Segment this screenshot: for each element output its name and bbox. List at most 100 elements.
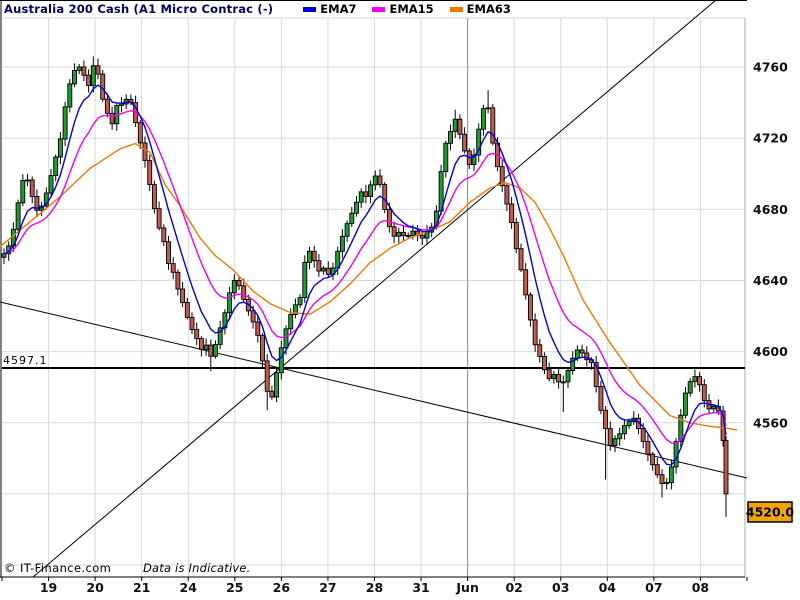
titlebar: Australia 200 Cash (A1 Micro Contrac (-)… xyxy=(4,2,511,16)
candle xyxy=(321,267,327,272)
last-price-label: 4520.0 xyxy=(746,505,795,520)
candle xyxy=(650,453,656,466)
candle xyxy=(119,103,124,106)
candle xyxy=(95,65,101,75)
candle xyxy=(283,328,289,349)
copyright-text: © IT-Finance.com xyxy=(4,561,112,575)
candle xyxy=(607,428,613,446)
candle xyxy=(20,180,26,204)
candle xyxy=(156,208,162,229)
candle xyxy=(29,179,35,197)
candle xyxy=(556,374,562,383)
chart-background[interactable] xyxy=(0,0,800,600)
candle xyxy=(189,316,195,330)
candle xyxy=(560,381,566,384)
candle xyxy=(104,98,110,114)
candle xyxy=(269,390,275,398)
candle xyxy=(76,66,82,71)
x-axis-label: 20 xyxy=(86,580,104,595)
candle xyxy=(574,349,580,359)
candle xyxy=(316,260,322,272)
x-axis-label: 03 xyxy=(552,580,569,595)
candle xyxy=(386,209,392,228)
candle xyxy=(551,374,557,380)
candle xyxy=(184,301,190,318)
candle xyxy=(452,118,458,132)
candle xyxy=(621,425,627,435)
candle xyxy=(645,440,651,455)
candle xyxy=(504,185,510,205)
candle xyxy=(170,263,176,273)
candle xyxy=(711,405,717,410)
price-chart[interactable]: 4597.1 4760 4720 4680 4640 4600 4560 19 20 21 24 25… xyxy=(0,0,800,600)
candle xyxy=(274,372,280,398)
candle xyxy=(523,269,529,296)
indicative-note: Data is Indicative. xyxy=(142,561,251,575)
candle xyxy=(683,392,688,416)
candle xyxy=(90,65,96,87)
candle xyxy=(15,202,21,230)
candle xyxy=(480,108,486,130)
candle xyxy=(302,261,308,298)
candle xyxy=(53,156,59,176)
candle xyxy=(62,106,68,140)
chart-window: 4597.1 4760 4720 4680 4640 4600 4560 19 20 21 24 25… xyxy=(0,0,800,600)
candle xyxy=(57,138,63,158)
candle xyxy=(109,112,115,125)
x-axis-label: 31 xyxy=(412,580,429,595)
candle xyxy=(25,179,30,182)
x-axis-label: 08 xyxy=(692,580,709,595)
x-axis-label: 28 xyxy=(366,580,383,595)
candle xyxy=(142,142,148,162)
candle xyxy=(100,73,106,100)
candle xyxy=(612,438,618,446)
candle xyxy=(213,344,218,357)
chart-title: Australia 200 Cash (A1 Micro Contrac (-) xyxy=(4,2,274,16)
candle xyxy=(203,344,209,350)
y-axis-label: 4640 xyxy=(753,273,788,288)
x-axis-label: Jun xyxy=(455,580,478,595)
legend-swatch-icon xyxy=(372,6,386,12)
y-axis-label: 4560 xyxy=(753,415,788,430)
candle xyxy=(537,344,543,357)
candle xyxy=(349,212,355,225)
candle xyxy=(542,355,547,371)
footnote: © IT-Finance.com Data is Indicative. xyxy=(4,561,250,575)
candle xyxy=(462,133,468,152)
legend-label: EMA7 xyxy=(320,2,357,16)
candle xyxy=(175,271,181,290)
candle xyxy=(518,248,524,271)
candle xyxy=(443,142,449,173)
legend-item-ema7: EMA7 xyxy=(303,2,356,16)
candle xyxy=(396,231,402,237)
candle xyxy=(697,376,703,386)
candle xyxy=(67,83,73,108)
candle xyxy=(260,334,265,362)
x-axis-label: 07 xyxy=(645,580,662,595)
candle xyxy=(692,376,698,383)
candle xyxy=(81,66,87,76)
candle xyxy=(250,310,256,323)
x-axis-label: 04 xyxy=(599,580,617,595)
candle xyxy=(687,381,693,394)
candle xyxy=(339,235,345,252)
candle xyxy=(72,69,77,85)
candle xyxy=(509,203,515,223)
candle xyxy=(419,234,425,239)
candle xyxy=(227,292,233,314)
candle xyxy=(598,386,604,411)
legend-item-ema63: EMA63 xyxy=(449,2,511,16)
candle xyxy=(358,191,364,203)
x-axis-label: 02 xyxy=(505,580,522,595)
candle xyxy=(372,175,378,186)
candle xyxy=(617,433,623,440)
candle xyxy=(354,201,359,214)
candle xyxy=(513,222,519,250)
candle xyxy=(194,329,200,340)
candle xyxy=(363,191,369,197)
candle xyxy=(546,369,552,380)
y-axis-label: 4720 xyxy=(753,131,788,146)
candle xyxy=(161,227,167,243)
candle xyxy=(297,297,303,306)
candle xyxy=(377,175,383,185)
